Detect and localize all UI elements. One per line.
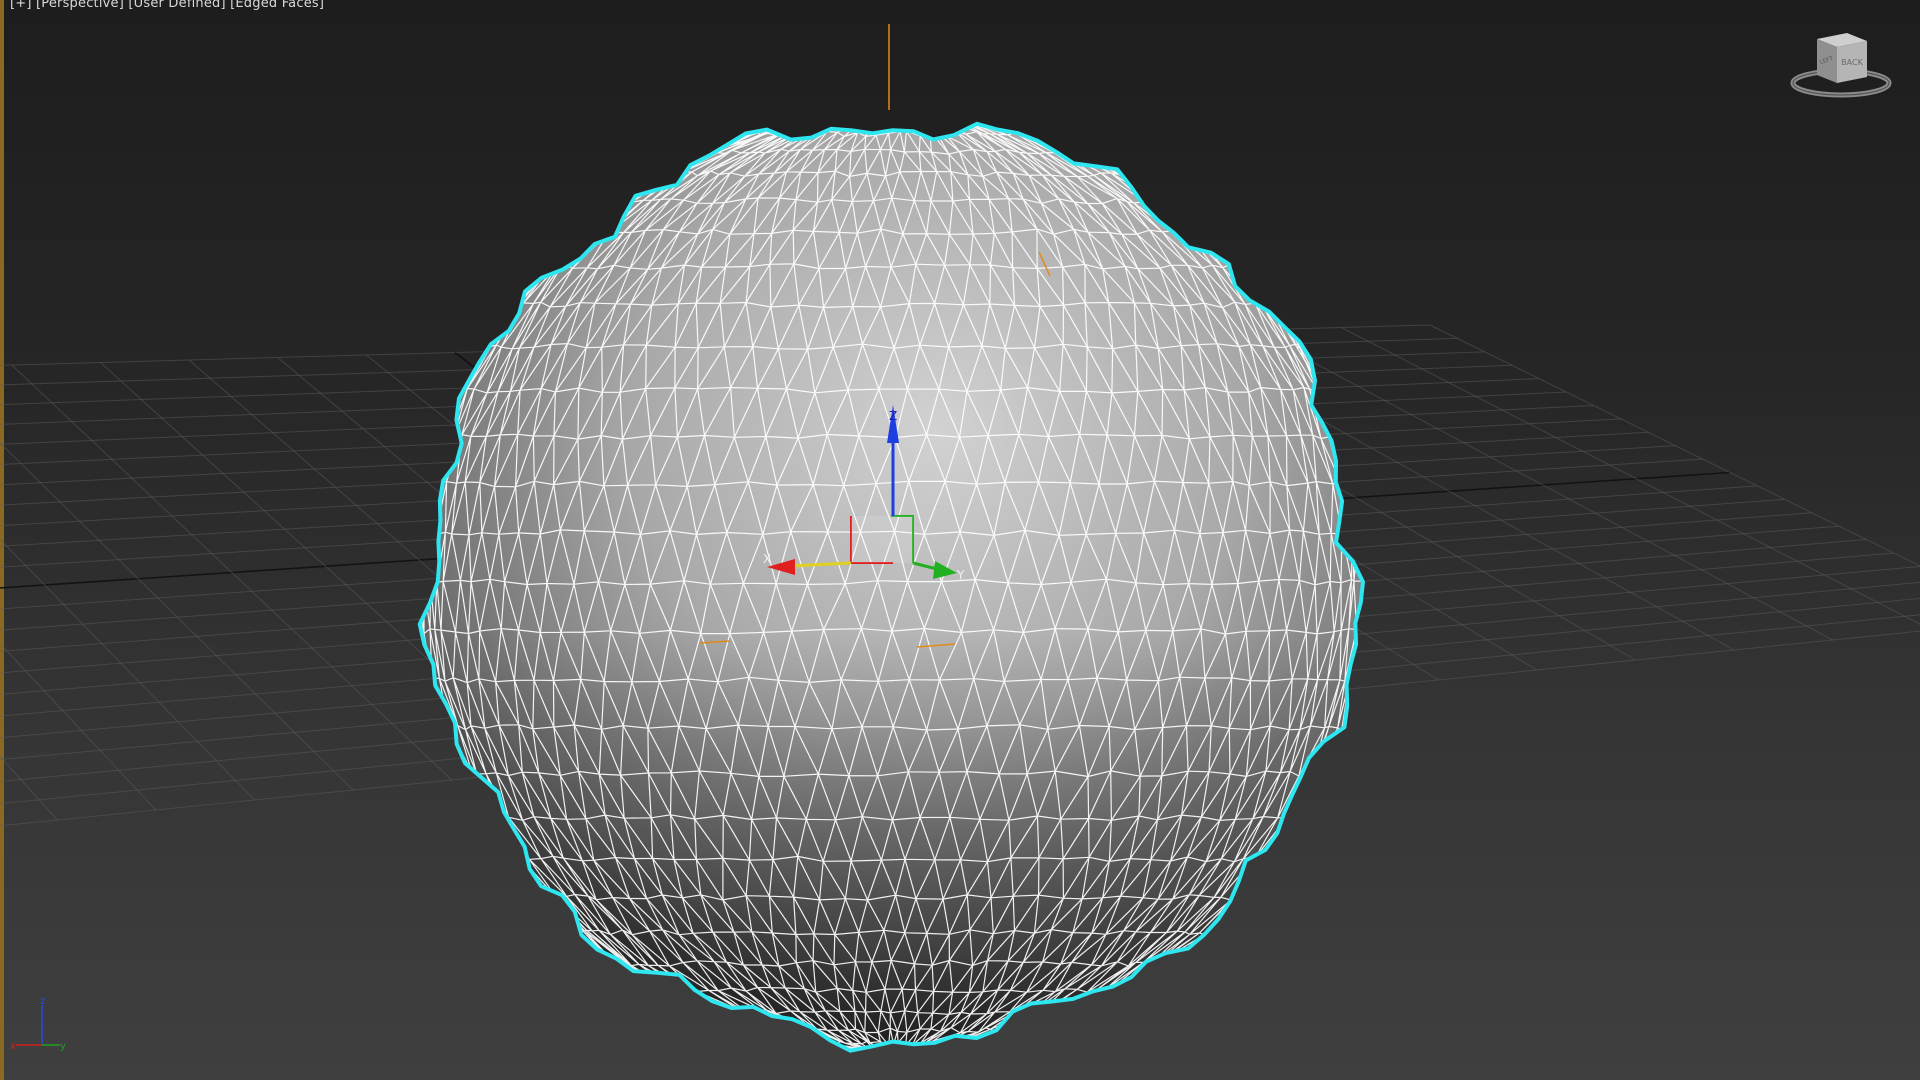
viewport-shading-menu[interactable]: [User Defined]: [128, 0, 225, 11]
viewport-menu-plus[interactable]: [+]: [10, 0, 32, 11]
viewport-label-menu[interactable]: [+] [Perspective] [User Defined] [Edged …: [10, 0, 324, 11]
grid-line: [0, 642, 157, 811]
gizmo-z-label: Z: [889, 409, 897, 423]
geosphere-mesh[interactable]: [417, 108, 1365, 1056]
scene-canvas[interactable]: Z X Y: [0, 0, 1920, 1080]
perspective-viewport[interactable]: Z X Y [+] [Perspective] [User Defined] [Ed…: [0, 0, 1920, 1080]
viewport-display-menu[interactable]: [Edged Faces]: [230, 0, 324, 11]
axis-tripod-icon: z x y: [10, 996, 66, 1052]
tripod-z-label: z: [40, 996, 45, 1007]
viewcube-icon[interactable]: BACK LEFT: [1785, 25, 1895, 105]
viewport-view-menu[interactable]: [Perspective]: [36, 0, 124, 11]
grid-line: [11, 364, 453, 781]
grid-line: [1429, 324, 1920, 567]
tripod-x-label: x: [10, 1041, 16, 1052]
gizmo-plane-fill: [851, 516, 913, 563]
viewcube-back-label: BACK: [1841, 58, 1863, 67]
tripod-y-label: y: [60, 1041, 66, 1052]
gizmo-x-label: X: [763, 552, 771, 566]
gizmo-y-label: Y: [956, 568, 965, 582]
grid-line: [0, 755, 58, 821]
